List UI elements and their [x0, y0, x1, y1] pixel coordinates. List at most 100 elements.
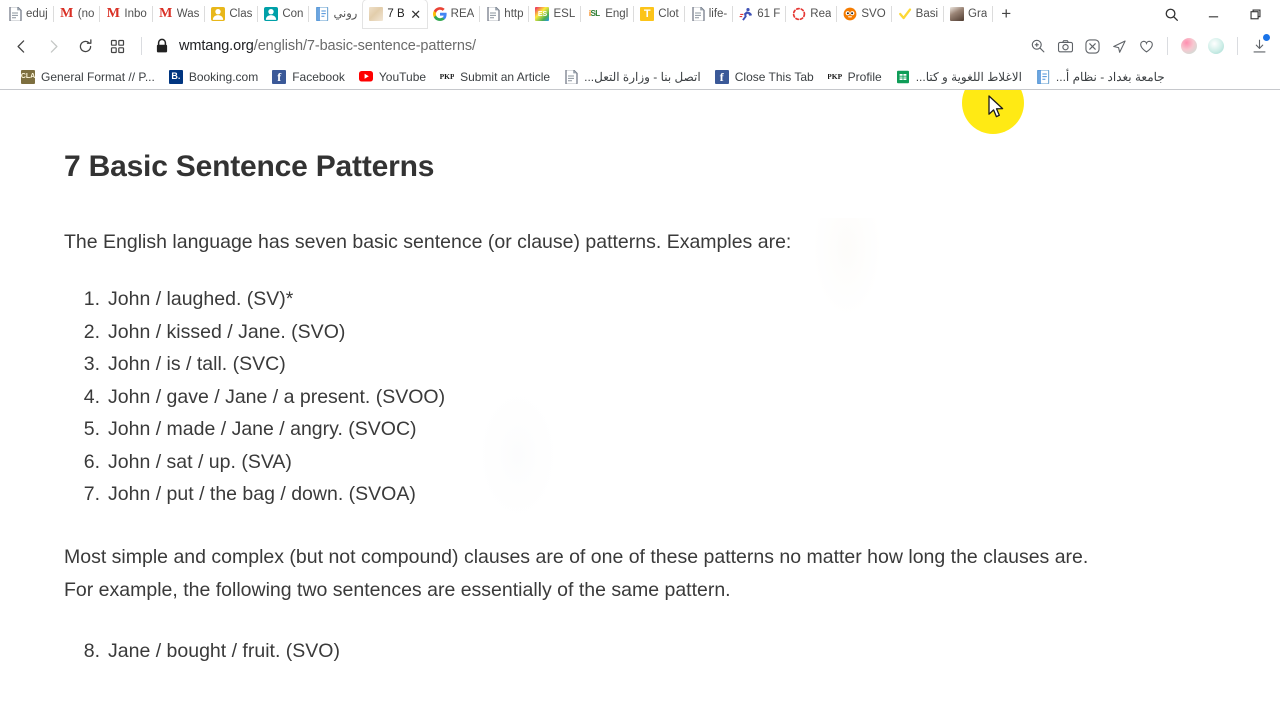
bookmark-label: Facebook — [292, 69, 345, 84]
list-item-text: John / is / tall. (SVC) — [108, 353, 286, 375]
sheets-icon — [896, 70, 910, 84]
list-item-text: Jane / bought / fruit. (SVO) — [108, 639, 340, 662]
page-title: 7 Basic Sentence Patterns — [64, 150, 435, 183]
runner-icon — [739, 7, 753, 21]
browser-tab[interactable]: M (no — [54, 0, 101, 28]
cla-icon: CLA — [21, 69, 35, 84]
wmtang-icon — [369, 7, 384, 21]
list-item: 8. Jane / bought / fruit. (SVO) — [64, 635, 1216, 668]
doc-icon — [315, 7, 329, 21]
tab-title: Gra — [968, 8, 988, 20]
favorite-icon[interactable] — [1133, 33, 1159, 59]
tab-title: SVO — [861, 8, 886, 20]
restore-button[interactable] — [1234, 0, 1276, 28]
back-button[interactable] — [6, 31, 36, 61]
url-path: /english/7-basic-sentence-patterns/ — [253, 38, 476, 54]
browser-tab[interactable]: Rea — [786, 0, 838, 28]
browser-tab[interactable]: eduj — [2, 0, 54, 28]
tab-actions-button[interactable] — [102, 31, 132, 61]
browser-toolbar: wmtang.org/english/7-basic-sentence-patt… — [0, 28, 1280, 64]
tab-strip: eduj M (no M Inbo M Was Clas Con روني 7 B ✕ REA http… — [0, 0, 1280, 28]
browser-tab[interactable]: 7 B ✕ — [363, 0, 427, 28]
list-item: 2. John / kissed / Jane. (SVO) — [64, 316, 1216, 349]
minimize-button[interactable] — [1192, 0, 1234, 28]
photo-icon — [950, 7, 965, 21]
list-item-number: 6. — [83, 450, 100, 473]
browser-tab[interactable]: Con — [258, 0, 310, 28]
isl-icon: i SL — [587, 7, 602, 21]
gmail-icon: M — [60, 7, 74, 21]
tab-title: 61 F — [757, 8, 781, 20]
address-bar[interactable]: wmtang.org/english/7-basic-sentence-patt… — [151, 31, 1023, 61]
extension-icon-2[interactable] — [1203, 33, 1229, 59]
bookmarks-bar: CLA General Format // P... B. Booking.com f F… — [0, 64, 1280, 90]
article-content: 7 Basic Sentence Patterns The English la… — [0, 90, 1280, 667]
share-icon[interactable] — [1106, 33, 1132, 59]
bookmark-label: Submit an Article — [460, 69, 551, 84]
close-tab-icon[interactable]: ✕ — [409, 8, 423, 21]
browser-tab[interactable]: SVO — [837, 0, 892, 28]
note-paragraph: Most simple and complex (but not compoun… — [64, 541, 1216, 607]
bookmark-label: Booking.com — [188, 69, 259, 84]
gmail-icon: M — [106, 7, 120, 21]
page-viewport: 7 Basic Sentence Patterns The English la… — [0, 90, 1280, 720]
bookmark-item[interactable]: اتصل بنا - وزارة التعل... — [557, 66, 708, 88]
browser-tab[interactable]: Gra — [944, 0, 994, 28]
browser-tab[interactable]: M Inbo — [100, 0, 154, 28]
note-line-2: For example, the following two sentences… — [64, 578, 731, 601]
t-icon: T — [640, 7, 655, 21]
bookmark-label: General Format // P... — [41, 69, 155, 84]
list-item-text: John / kissed / Jane. (SVO) — [108, 320, 346, 343]
google-icon — [432, 7, 447, 21]
tab-title: REA — [450, 8, 475, 20]
bookmark-item[interactable]: f Close This Tab — [708, 66, 821, 88]
esl-icon: ES — [535, 7, 550, 21]
extension-glyph-1 — [1181, 38, 1197, 54]
bookmark-item[interactable]: PKP Submit an Article — [433, 66, 557, 88]
browser-tab[interactable]: روني — [309, 0, 364, 28]
download-icon[interactable] — [1246, 33, 1272, 59]
bookmark-item[interactable]: B. Booking.com — [162, 66, 265, 88]
facebook-icon: f — [714, 69, 729, 84]
block-icon[interactable] — [1079, 33, 1105, 59]
bookmark-item[interactable]: CLA General Format // P... — [14, 66, 162, 88]
sentence-patterns-list: 1. John / laughed. (SV)* 2. John / kissed /… — [64, 283, 1216, 511]
bookmark-item[interactable]: الاغلاط اللغوية و كتا... — [889, 66, 1029, 88]
browser-tab[interactable]: life- — [685, 0, 734, 28]
bookmark-item[interactable]: PKP Profile — [821, 66, 889, 88]
window-search-button[interactable] — [1150, 0, 1192, 28]
list-item: 7. John / put / the bag / down. (SVOA) — [64, 478, 1216, 511]
tab-title: Inbo — [124, 8, 147, 20]
extension-icon-1[interactable] — [1176, 33, 1202, 59]
tab-title: Rea — [810, 8, 832, 20]
browser-tab[interactable]: i SL Engl — [581, 0, 635, 28]
browser-tab[interactable]: REA — [427, 0, 481, 28]
list-item: 6. John / sat / up. (SVA) — [64, 446, 1216, 479]
browser-tab[interactable]: http — [480, 0, 530, 28]
browser-tab[interactable]: M Was — [153, 0, 206, 28]
bookmark-item[interactable]: YouTube — [352, 66, 433, 88]
doc-icon — [691, 7, 705, 21]
doc-icon — [564, 69, 578, 84]
lock-icon — [156, 38, 168, 53]
browser-tab[interactable]: Clas — [205, 0, 259, 28]
browser-tab[interactable]: Basi — [892, 0, 945, 28]
zoom-icon[interactable] — [1025, 33, 1051, 59]
browser-tab[interactable]: ES ESL — [529, 0, 581, 28]
new-tab-button[interactable]: + — [993, 0, 1019, 28]
bookmark-label: اتصل بنا - وزارة التعل... — [584, 69, 701, 84]
browser-tab[interactable]: 61 F — [733, 0, 787, 28]
toolbar-divider — [141, 37, 142, 55]
forward-button[interactable] — [38, 31, 68, 61]
browser-tab[interactable]: T Clot — [634, 0, 686, 28]
bookmark-item[interactable]: f Facebook — [265, 66, 352, 88]
bookmark-item[interactable]: جامعة بغداد - نظام أ... — [1029, 66, 1172, 88]
list-item-number: 4. — [83, 385, 100, 408]
tab-title: Con — [282, 8, 304, 20]
bookmark-label: جامعة بغداد - نظام أ... — [1055, 69, 1165, 84]
screenshot-icon[interactable] — [1052, 33, 1078, 59]
list-item-text: John / gave / Jane / a present. (SVOO) — [108, 385, 446, 408]
tab-title: روني — [333, 8, 358, 20]
bookmark-label: YouTube — [378, 69, 427, 84]
reload-button[interactable] — [70, 31, 100, 61]
